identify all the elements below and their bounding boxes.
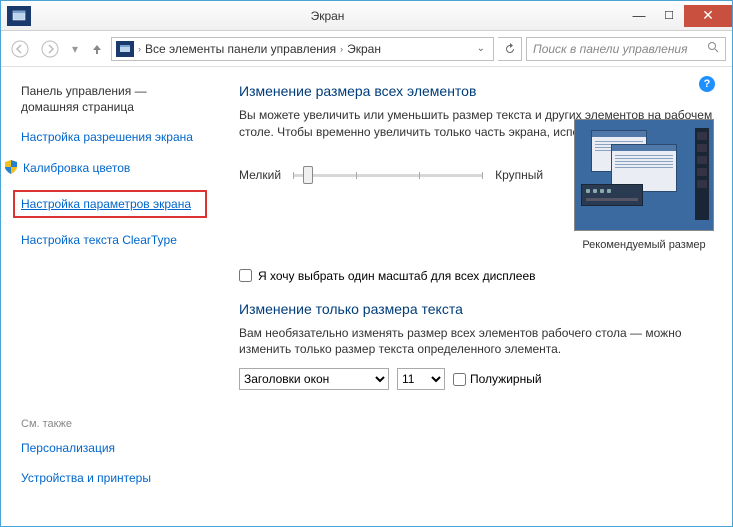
sidebar-item-resolution[interactable]: Настройка разрешения экрана [21, 129, 203, 145]
text-size-description: Вам необязательно изменять размер всех э… [239, 325, 714, 359]
see-also-heading: См. также [21, 418, 203, 430]
chevron-right-icon: › [340, 44, 343, 54]
back-button[interactable] [7, 36, 33, 62]
chevron-right-icon: › [138, 44, 141, 54]
search-input[interactable] [533, 42, 701, 56]
app-icon [7, 6, 31, 26]
title-bar: Экран — ☐ ✕ [1, 1, 732, 31]
search-box[interactable] [526, 37, 726, 61]
bold-checkbox[interactable] [453, 373, 466, 386]
preview-caption: Рекомендуемый размер [574, 239, 714, 251]
heading-text-size: Изменение только размера текста [239, 301, 714, 317]
sidebar-seealso-personalization[interactable]: Персонализация [21, 440, 203, 456]
sidebar-item-calibration[interactable]: Калибровка цветов [23, 160, 130, 176]
address-dropdown[interactable]: ⌄ [473, 43, 489, 54]
single-scale-label: Я хочу выбрать один масштаб для всех дис… [258, 269, 536, 283]
slider-max-label: Крупный [495, 168, 543, 182]
single-scale-checkbox[interactable] [239, 269, 252, 282]
sidebar-seealso-devices[interactable]: Устройства и принтеры [21, 470, 203, 486]
breadcrumb-segment[interactable]: Все элементы панели управления [145, 42, 336, 56]
sidebar-item-cleartype[interactable]: Настройка текста ClearType [21, 232, 203, 248]
shield-icon [5, 160, 17, 174]
bold-label: Полужирный [470, 372, 542, 386]
address-bar[interactable]: › Все элементы панели управления › Экран… [111, 37, 494, 61]
slider-min-label: Мелкий [239, 168, 281, 182]
search-icon [707, 41, 719, 56]
font-size-select[interactable]: 11 [397, 368, 445, 390]
close-button[interactable]: ✕ [684, 5, 732, 27]
minimize-button[interactable]: — [624, 5, 654, 27]
heading-resize-all: Изменение размера всех элементов [239, 83, 714, 99]
sidebar: Панель управления — домашняя страница На… [1, 67, 211, 526]
breadcrumb-segment[interactable]: Экран [347, 42, 381, 56]
history-dropdown[interactable]: ▾ [67, 36, 83, 62]
element-select[interactable]: Заголовки окон [239, 368, 389, 390]
main-panel: Изменение размера всех элементов Вы може… [211, 67, 732, 526]
forward-button[interactable] [37, 36, 63, 62]
refresh-button[interactable] [498, 37, 522, 61]
control-panel-icon [116, 41, 134, 57]
control-panel-home-link[interactable]: Панель управления — домашняя страница [21, 83, 203, 115]
nav-bar: ▾ › Все элементы панели управления › Экр… [1, 31, 732, 67]
maximize-button[interactable]: ☐ [654, 5, 684, 27]
window-title: Экран [31, 9, 624, 23]
up-button[interactable] [87, 39, 107, 59]
slider-thumb[interactable] [303, 166, 313, 184]
size-preview-image [574, 119, 714, 231]
size-slider[interactable] [293, 165, 483, 185]
sidebar-item-display-settings[interactable]: Настройка параметров экрана [13, 190, 207, 218]
